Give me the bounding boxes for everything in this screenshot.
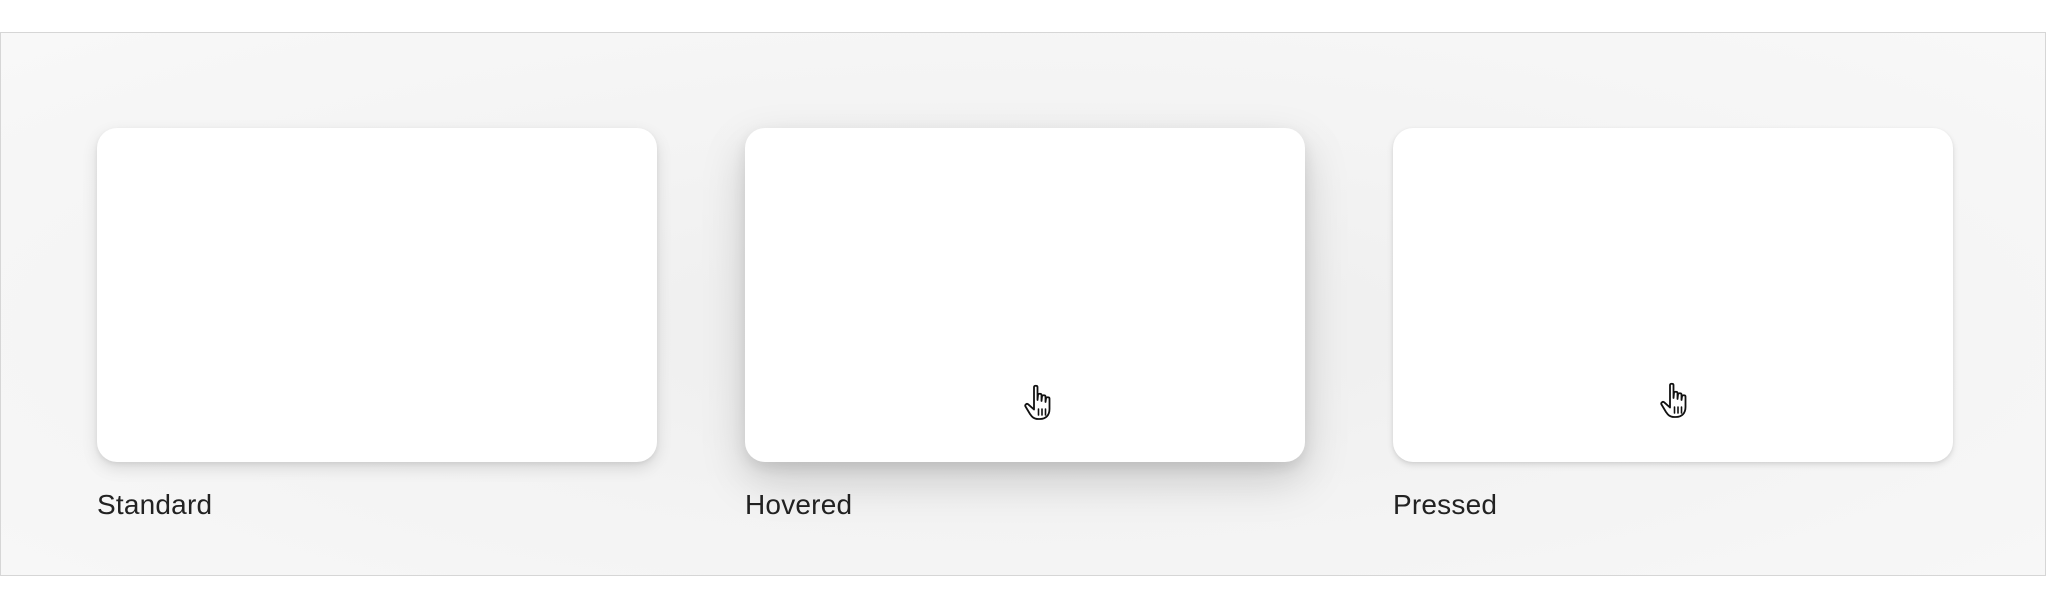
state-label-pressed: Pressed bbox=[1393, 489, 1498, 520]
card-hovered[interactable] bbox=[745, 128, 1305, 462]
card-states-panel: Standard Hovered Pressed bbox=[0, 32, 2046, 576]
state-standard: Standard bbox=[97, 128, 657, 522]
hand-pointer-icon bbox=[1024, 384, 1051, 420]
state-label-standard: Standard bbox=[97, 489, 213, 520]
state-hovered: Hovered bbox=[745, 128, 1305, 522]
card-pressed[interactable] bbox=[1393, 128, 1953, 462]
state-pressed: Pressed bbox=[1393, 128, 1953, 522]
hand-pointer-icon bbox=[1660, 382, 1687, 418]
card-standard[interactable] bbox=[97, 128, 657, 462]
state-label-hovered: Hovered bbox=[745, 489, 853, 520]
